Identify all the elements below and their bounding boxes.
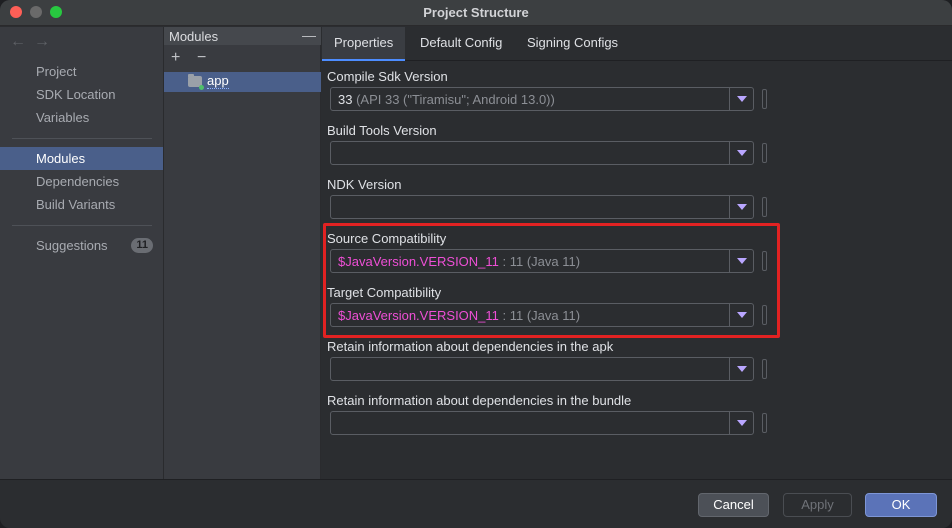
chevron-down-icon[interactable] bbox=[729, 358, 753, 380]
project-structure-dialog: Project Structure ←→ Project SDK Locatio… bbox=[0, 0, 952, 528]
apply-button[interactable]: Apply bbox=[783, 493, 852, 517]
add-module-icon[interactable]: + bbox=[171, 49, 180, 67]
nav-divider bbox=[12, 225, 152, 226]
retain-deps-apk-combo[interactable] bbox=[330, 357, 754, 381]
nav-item-suggestions[interactable]: Suggestions 11 bbox=[0, 234, 163, 257]
collapse-panel-icon[interactable]: — bbox=[302, 27, 316, 43]
field-resize-handle[interactable] bbox=[762, 89, 767, 109]
back-arrow-icon[interactable]: ← bbox=[10, 33, 34, 50]
remove-module-icon[interactable]: − bbox=[197, 49, 206, 67]
nav-item-sdk-location[interactable]: SDK Location bbox=[0, 83, 163, 106]
nav-item-variables[interactable]: Variables bbox=[0, 106, 163, 129]
tab-default-config[interactable]: Default Config bbox=[408, 27, 514, 61]
module-item-app[interactable]: app bbox=[164, 72, 321, 92]
window-title: Project Structure bbox=[423, 5, 529, 20]
chevron-down-icon[interactable] bbox=[729, 196, 753, 218]
retain-deps-apk-label: Retain information about dependencies in… bbox=[327, 339, 614, 354]
field-resize-handle[interactable] bbox=[762, 413, 767, 433]
nav-item-dependencies[interactable]: Dependencies bbox=[0, 170, 163, 193]
module-status-dot-icon bbox=[199, 85, 204, 90]
compile-sdk-combo[interactable]: 33 (API 33 ("Tiramisu"; Android 13.0)) bbox=[330, 87, 754, 111]
build-tools-combo[interactable] bbox=[330, 141, 754, 165]
chevron-down-icon[interactable] bbox=[729, 412, 753, 434]
nav-item-build-variants[interactable]: Build Variants bbox=[0, 193, 163, 216]
retain-deps-bundle-combo[interactable] bbox=[330, 411, 754, 435]
field-resize-handle[interactable] bbox=[762, 359, 767, 379]
forward-arrow-icon[interactable]: → bbox=[34, 33, 58, 50]
tab-properties[interactable]: Properties bbox=[322, 27, 406, 61]
modules-header-label: Modules bbox=[169, 29, 219, 44]
compatibility-highlight-box bbox=[323, 223, 780, 338]
compile-sdk-label: Compile Sdk Version bbox=[327, 69, 448, 84]
title-bar: Project Structure bbox=[0, 0, 952, 26]
ndk-version-combo[interactable] bbox=[330, 195, 754, 219]
chevron-down-icon[interactable] bbox=[729, 142, 753, 164]
left-navigation: ←→ Project SDK Location Variables Module… bbox=[0, 27, 164, 479]
compile-sdk-value: 33 (API 33 ("Tiramisu"; Android 13.0)) bbox=[338, 92, 555, 107]
modules-header: Modules — bbox=[164, 27, 321, 45]
nav-item-suggestions-label: Suggestions bbox=[36, 238, 108, 253]
retain-deps-bundle-label: Retain information about dependencies in… bbox=[327, 393, 632, 408]
field-resize-handle[interactable] bbox=[762, 143, 767, 163]
dialog-button-bar: Cancel Apply OK bbox=[0, 479, 952, 528]
ok-button[interactable]: OK bbox=[865, 493, 937, 517]
modules-panel: Modules — + − app bbox=[164, 27, 321, 479]
tab-signing-configs[interactable]: Signing Configs bbox=[515, 27, 630, 61]
ndk-version-label: NDK Version bbox=[327, 177, 402, 192]
chevron-down-icon[interactable] bbox=[729, 88, 753, 110]
module-item-label: app bbox=[207, 73, 229, 89]
cancel-button[interactable]: Cancel bbox=[698, 493, 769, 517]
nav-item-project[interactable]: Project bbox=[0, 60, 163, 83]
nav-item-modules[interactable]: Modules bbox=[0, 147, 163, 170]
nav-history: ←→ bbox=[10, 33, 58, 51]
suggestions-count-badge: 11 bbox=[131, 238, 153, 253]
tab-bar: Properties Default Config Signing Config… bbox=[322, 27, 952, 61]
nav-divider bbox=[12, 138, 152, 139]
build-tools-label: Build Tools Version bbox=[327, 123, 437, 138]
field-resize-handle[interactable] bbox=[762, 197, 767, 217]
